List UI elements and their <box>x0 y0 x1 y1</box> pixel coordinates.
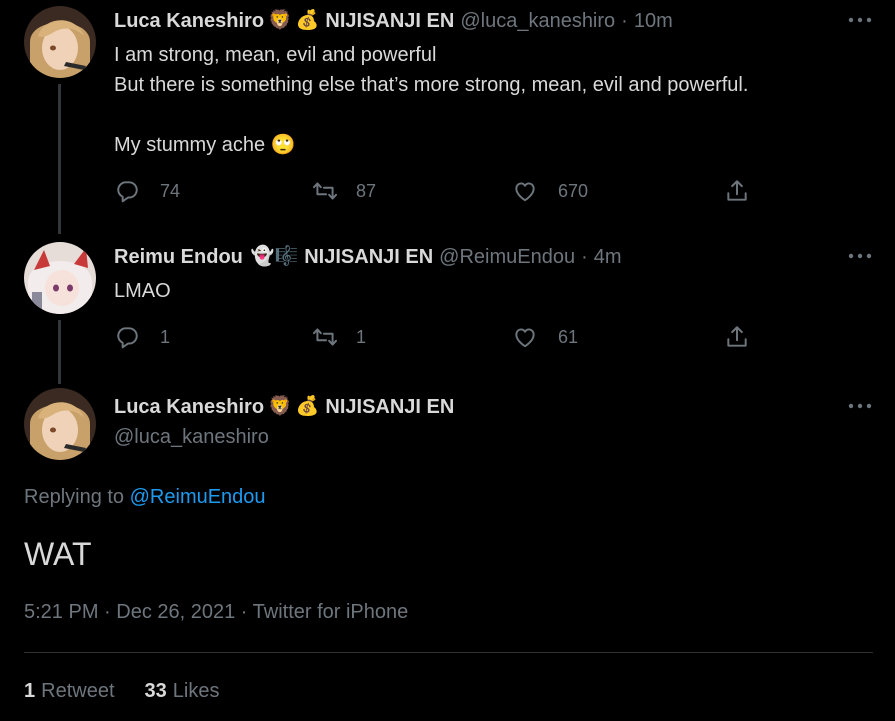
tweet-metadata[interactable]: 5:21 PM · Dec 26, 2021 · Twitter for iPh… <box>24 601 408 624</box>
share-button[interactable] <box>724 178 750 204</box>
tweet-text-line: My stummy ache 🙄 <box>114 134 296 156</box>
org-name: NIJISANJI EN <box>304 246 434 268</box>
more-icon[interactable] <box>847 396 873 416</box>
main-tweet-text: WAT <box>24 536 92 572</box>
avatar[interactable] <box>24 6 96 78</box>
retweet-label: Retweet <box>41 680 115 702</box>
more-icon[interactable] <box>847 246 873 266</box>
share-icon <box>727 326 747 347</box>
user-handle[interactable]: @luca_kaneshiro <box>114 425 269 449</box>
replying-prefix: Replying to <box>24 486 125 508</box>
money-bag-emoji: 💰 <box>295 10 320 31</box>
like-total: 33 <box>144 680 167 702</box>
user-handle[interactable]: @ReimuEndou <box>439 245 575 269</box>
more-icon[interactable] <box>847 10 873 30</box>
tweet-stats: 1 Retweet 33 Likes <box>24 680 249 703</box>
display-name[interactable]: Luca Kaneshiro <box>114 9 264 33</box>
like-button[interactable]: 61 <box>512 324 578 350</box>
replying-to-link[interactable]: @ReimuEndou <box>130 486 266 508</box>
org-name: NIJISANJI EN <box>325 396 455 418</box>
reply-button[interactable]: 74 <box>114 178 180 204</box>
heart-icon <box>515 182 535 202</box>
tweet-text-line: But there is something else that’s more … <box>114 74 749 96</box>
retweet-icon <box>312 182 338 200</box>
reply-button[interactable]: 1 <box>114 324 170 350</box>
display-name[interactable]: Reimu Endou <box>114 245 243 269</box>
like-count: 670 <box>558 180 589 201</box>
reply-count: 74 <box>160 180 181 201</box>
avatar[interactable] <box>24 242 96 314</box>
tweet-text-line: LMAO <box>114 280 171 302</box>
music-score-emoji: 🎼 <box>274 246 299 267</box>
thread-line <box>58 84 61 234</box>
retweet-total: 1 <box>24 680 36 702</box>
org-name: NIJISANJI EN <box>325 10 455 32</box>
reply-icon <box>117 181 138 203</box>
reply-count: 1 <box>160 326 171 347</box>
lion-emoji: 🦁 <box>268 396 292 417</box>
separator-dot: · <box>621 10 628 32</box>
retweet-icon <box>312 328 338 346</box>
like-button[interactable]: 670 <box>512 178 588 204</box>
user-handle[interactable]: @luca_kaneshiro <box>460 9 615 33</box>
retweet-stat[interactable]: 1 Retweet <box>24 680 115 703</box>
retweet-button[interactable]: 87 <box>312 178 376 204</box>
heart-icon <box>515 328 535 348</box>
display-name[interactable]: Luca Kaneshiro <box>114 395 264 419</box>
ghost-emoji: 👻 <box>250 246 275 267</box>
tweet-text-line: I am strong, mean, evil and powerful <box>114 44 437 66</box>
tweet-time[interactable]: 4m <box>594 245 622 269</box>
tweet-thread: Luca Kaneshiro 🦁 💰 NIJISANJI EN @luca_ka… <box>0 0 895 721</box>
lion-emoji: 🦁 <box>268 10 292 31</box>
main-tweet-header: Luca Kaneshiro 🦁 💰 NIJISANJI EN <box>114 395 454 419</box>
tweet-header: Luca Kaneshiro 🦁 💰 NIJISANJI EN @luca_ka… <box>114 9 673 33</box>
avatar[interactable] <box>24 388 96 460</box>
separator-dot: · <box>581 246 588 268</box>
thread-line <box>58 320 61 384</box>
share-button[interactable] <box>724 324 750 350</box>
divider <box>24 652 873 653</box>
retweet-count: 1 <box>356 326 367 347</box>
share-icon <box>727 180 747 201</box>
like-count: 61 <box>558 326 579 347</box>
tweet-header: Reimu Endou 👻 🎼 NIJISANJI EN @ReimuEndou… <box>114 245 622 269</box>
like-stat[interactable]: 33 Likes <box>145 680 220 703</box>
reply-icon <box>117 327 138 349</box>
retweet-count: 87 <box>356 180 377 201</box>
like-label: Likes <box>172 680 220 702</box>
retweet-button[interactable]: 1 <box>312 324 366 350</box>
tweet-time[interactable]: 10m <box>634 9 673 33</box>
main-tweet-handle-row: @luca_kaneshiro <box>114 425 269 449</box>
replying-to: Replying to @ReimuEndou <box>24 486 266 509</box>
money-bag-emoji: 💰 <box>295 396 320 417</box>
